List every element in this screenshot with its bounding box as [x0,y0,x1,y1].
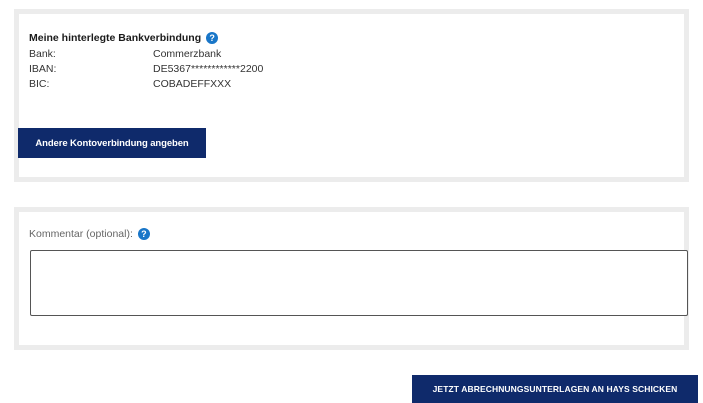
bank-label: Bank: [29,48,56,60]
bic-label: BIC: [29,78,50,90]
bank-details-card: Meine hinterlegte Bankverbindung ? Bank:… [14,9,689,182]
bank-details-title: Meine hinterlegte Bankverbindung [29,32,202,44]
change-account-button[interactable]: Andere Kontoverbindung angeben [18,128,206,158]
comment-label: Kommentar (optional): [29,228,133,240]
bic-row: BIC: COBADEFFXXX [29,78,231,90]
iban-value: DE5367************2200 [153,63,264,75]
iban-label: IBAN: [29,63,57,75]
question-circle-icon[interactable]: ? [137,228,150,240]
submit-documents-button[interactable]: JETZT ABRECHNUNGSUNTERLAGEN AN HAYS SCHI… [412,375,698,403]
bank-row: Bank: Commerzbank [29,48,221,60]
comment-card: Kommentar (optional): ? [14,207,689,350]
bank-value: Commerzbank [153,48,222,60]
comment-field[interactable] [30,250,688,316]
iban-row: IBAN: DE5367************2200 [29,63,263,75]
bic-value: COBADEFFXXX [153,78,232,90]
question-circle-icon[interactable]: ? [206,32,219,44]
comment-heading: Kommentar (optional): ? [29,228,150,240]
bank-details-heading: Meine hinterlegte Bankverbindung ? [29,32,219,44]
